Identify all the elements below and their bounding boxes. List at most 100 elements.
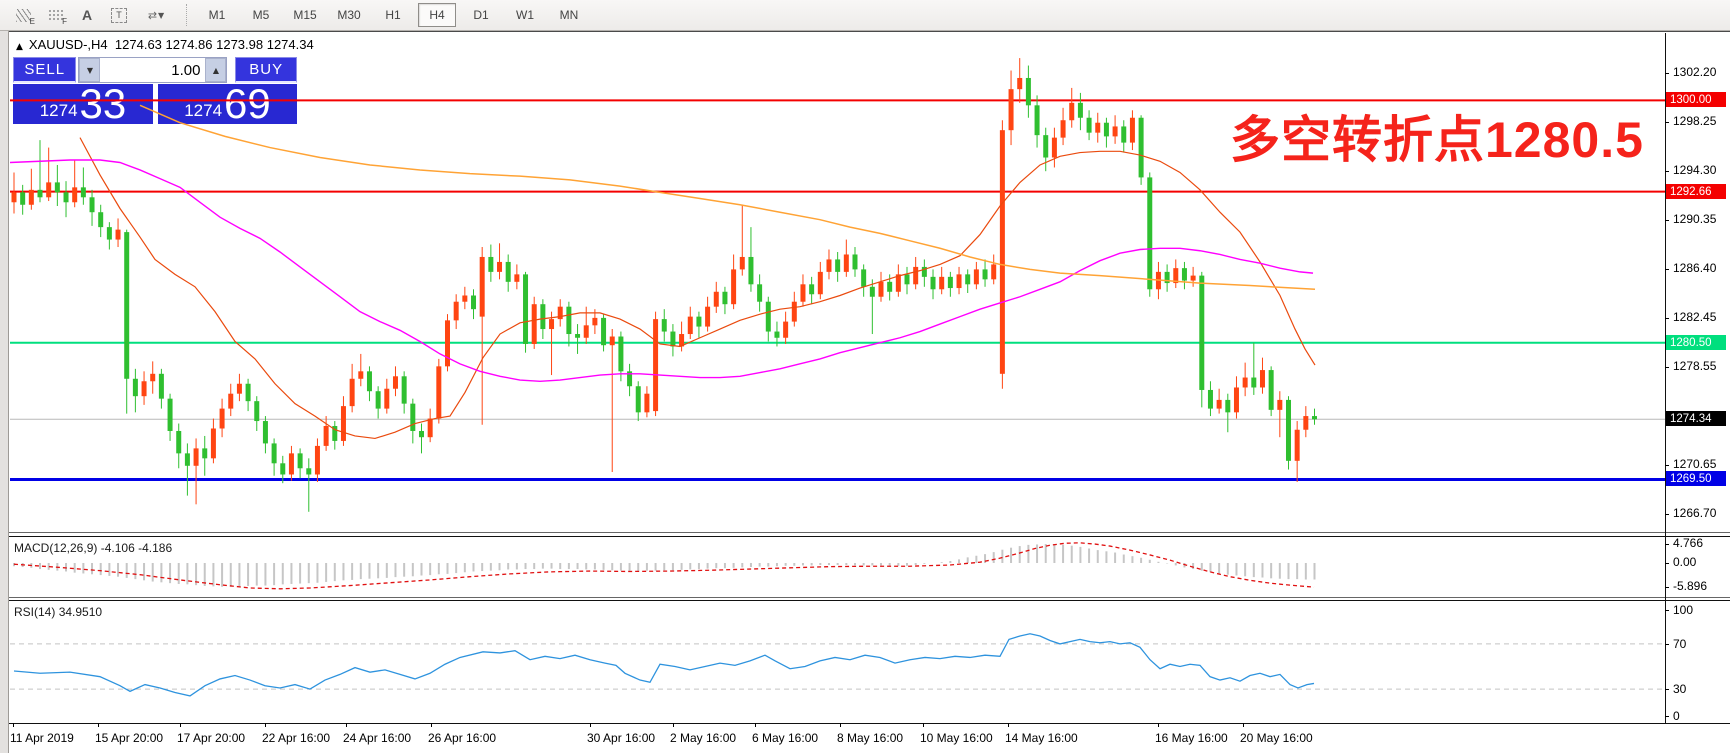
textbox-tool-button[interactable]: T (104, 3, 134, 27)
pattern-e-tool-button[interactable]: E (8, 3, 38, 27)
candle-body (1234, 387, 1239, 412)
pattern-f-tool-button[interactable]: F (40, 3, 70, 27)
candle-body (20, 192, 25, 204)
date-tick-mark (673, 723, 674, 727)
candle-body (1095, 123, 1100, 133)
candle-body (905, 274, 910, 284)
candle-body (116, 230, 121, 240)
date-axis-label: 11 Apr 2019 (10, 731, 74, 745)
candle-body (29, 190, 34, 205)
pane-separator[interactable] (9, 532, 1730, 533)
candle-body (1130, 118, 1135, 143)
candle-body (748, 257, 753, 284)
timeframe-button-mn[interactable]: MN (550, 3, 588, 27)
candle-body (376, 391, 381, 408)
hatch-icon (16, 9, 31, 22)
date-tick-mark (923, 723, 924, 727)
price-flag-1269.50: 1269.50 (1666, 471, 1726, 486)
date-axis-label: 2 May 16:00 (670, 731, 736, 745)
candle-body (1217, 400, 1222, 409)
timeframe-button-m30[interactable]: M30 (330, 3, 368, 27)
candle-body (211, 428, 216, 458)
candle-body (696, 317, 701, 327)
rsi-tick-mark (1665, 716, 1669, 717)
candle-body (202, 448, 207, 458)
pane-separator[interactable] (9, 597, 1730, 598)
price-tick-label: 1286.40 (1673, 261, 1716, 275)
rsi-line (14, 634, 1314, 696)
candle-body (159, 374, 164, 399)
date-tick-mark (98, 723, 99, 727)
candle-body (55, 182, 60, 192)
timeframe-button-m1[interactable]: M1 (198, 3, 236, 27)
candle-body (1251, 378, 1256, 388)
rsi-tick-mark (1665, 689, 1669, 690)
rsi-plot[interactable] (10, 601, 1665, 723)
price-tick-label: 1294.30 (1673, 163, 1716, 177)
price-tick-mark (1665, 122, 1669, 123)
candle-body (194, 448, 199, 465)
price-tick-label: 1302.20 (1673, 65, 1716, 79)
candle-body (1052, 138, 1057, 158)
date-tick-mark (1158, 723, 1159, 727)
candle-body (306, 468, 311, 474)
candle-body (1191, 276, 1196, 281)
price-tick-label: 1290.35 (1673, 212, 1716, 226)
price-flag-1300.00: 1300.00 (1666, 92, 1726, 107)
candle-body (384, 389, 389, 409)
candle-body (792, 302, 797, 322)
candle-body (246, 384, 251, 401)
candle-body (722, 292, 727, 304)
candle-body (714, 292, 719, 307)
candle-body (1078, 103, 1083, 118)
candle-body (497, 262, 502, 272)
candle-body (584, 325, 589, 337)
candle-body (72, 187, 77, 202)
toolbar: E F A T ⇄ ▼ M1M5M15M30H1H4D1W1MN (0, 0, 1730, 31)
toolbar-separator (186, 4, 188, 26)
candle-body (783, 322, 788, 338)
candle-body (107, 227, 112, 239)
main-chart-plot[interactable] (10, 33, 1665, 532)
candle-body (38, 190, 43, 197)
candle-body (471, 295, 476, 309)
candle-body (419, 431, 424, 437)
date-axis-label: 10 May 16:00 (920, 731, 993, 745)
candle-body (280, 463, 285, 474)
candle-body (1303, 416, 1308, 430)
timeframe-button-m15[interactable]: M15 (286, 3, 324, 27)
macd-tick-mark (1665, 587, 1669, 588)
candle-body (592, 318, 597, 325)
candle-body (766, 302, 771, 332)
timeframe-button-m5[interactable]: M5 (242, 3, 280, 27)
timeframe-button-h4[interactable]: H4 (418, 3, 456, 27)
date-axis-label: 6 May 16:00 (752, 731, 818, 745)
axis-separator (9, 723, 1730, 724)
candle-body (358, 371, 363, 378)
candle-body (488, 257, 493, 272)
timeframe-button-w1[interactable]: W1 (506, 3, 544, 27)
candle-body (185, 453, 190, 465)
candle-body (879, 282, 884, 297)
tool-sub-label: E (30, 17, 35, 26)
candle-body (965, 274, 970, 284)
macd-plot[interactable] (10, 537, 1665, 597)
candle-body (1069, 103, 1074, 120)
price-tick-label: 1282.45 (1673, 310, 1716, 324)
left-window-strip (0, 31, 9, 753)
timeframe-button-h1[interactable]: H1 (374, 3, 412, 27)
candle-body (367, 371, 372, 391)
text-tool-button[interactable]: A (72, 3, 102, 27)
candle-body (1009, 89, 1014, 130)
candle-body (514, 274, 519, 281)
candle-body (983, 269, 988, 279)
candle-body (462, 295, 467, 301)
candle-body (150, 374, 155, 381)
candle-body (124, 232, 129, 379)
candle-body (618, 337, 623, 372)
candle-body (887, 282, 892, 292)
timeframe-button-d1[interactable]: D1 (462, 3, 500, 27)
candle-body (480, 257, 485, 317)
price-tick-label: 1298.25 (1673, 114, 1716, 128)
cursor-tool-button[interactable]: ⇄ ▼ (136, 3, 176, 27)
